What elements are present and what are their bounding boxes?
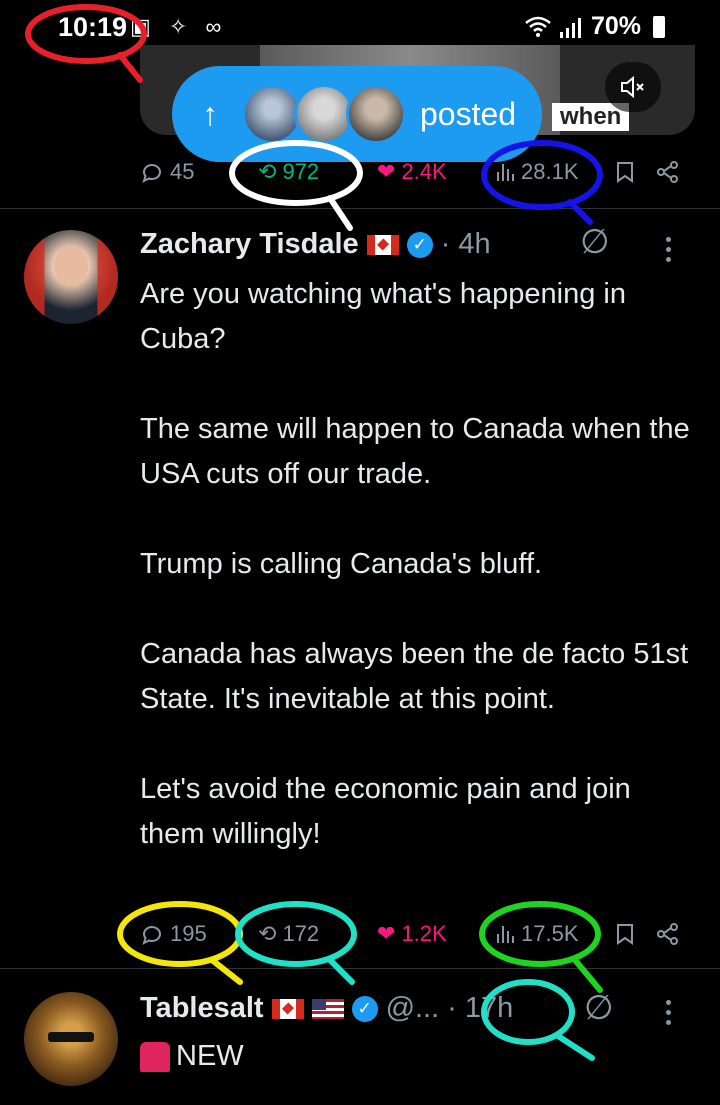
annotation-tail [567, 199, 593, 225]
annotation-tail [327, 957, 355, 985]
annotation-overlay [25, 4, 603, 1061]
annotation-circle [235, 901, 357, 967]
annotation-circle [481, 979, 575, 1045]
annotation-circle [25, 4, 147, 64]
annotation-circle [481, 140, 603, 210]
annotation-circle [229, 140, 363, 206]
annotation-tail [117, 52, 143, 83]
annotation-circle [117, 901, 243, 967]
annotation-tail [209, 957, 243, 985]
annotation-tail [572, 957, 603, 993]
annotation-tail [555, 1033, 595, 1061]
annotation-circle [479, 901, 601, 967]
annotation-tail [327, 195, 353, 231]
